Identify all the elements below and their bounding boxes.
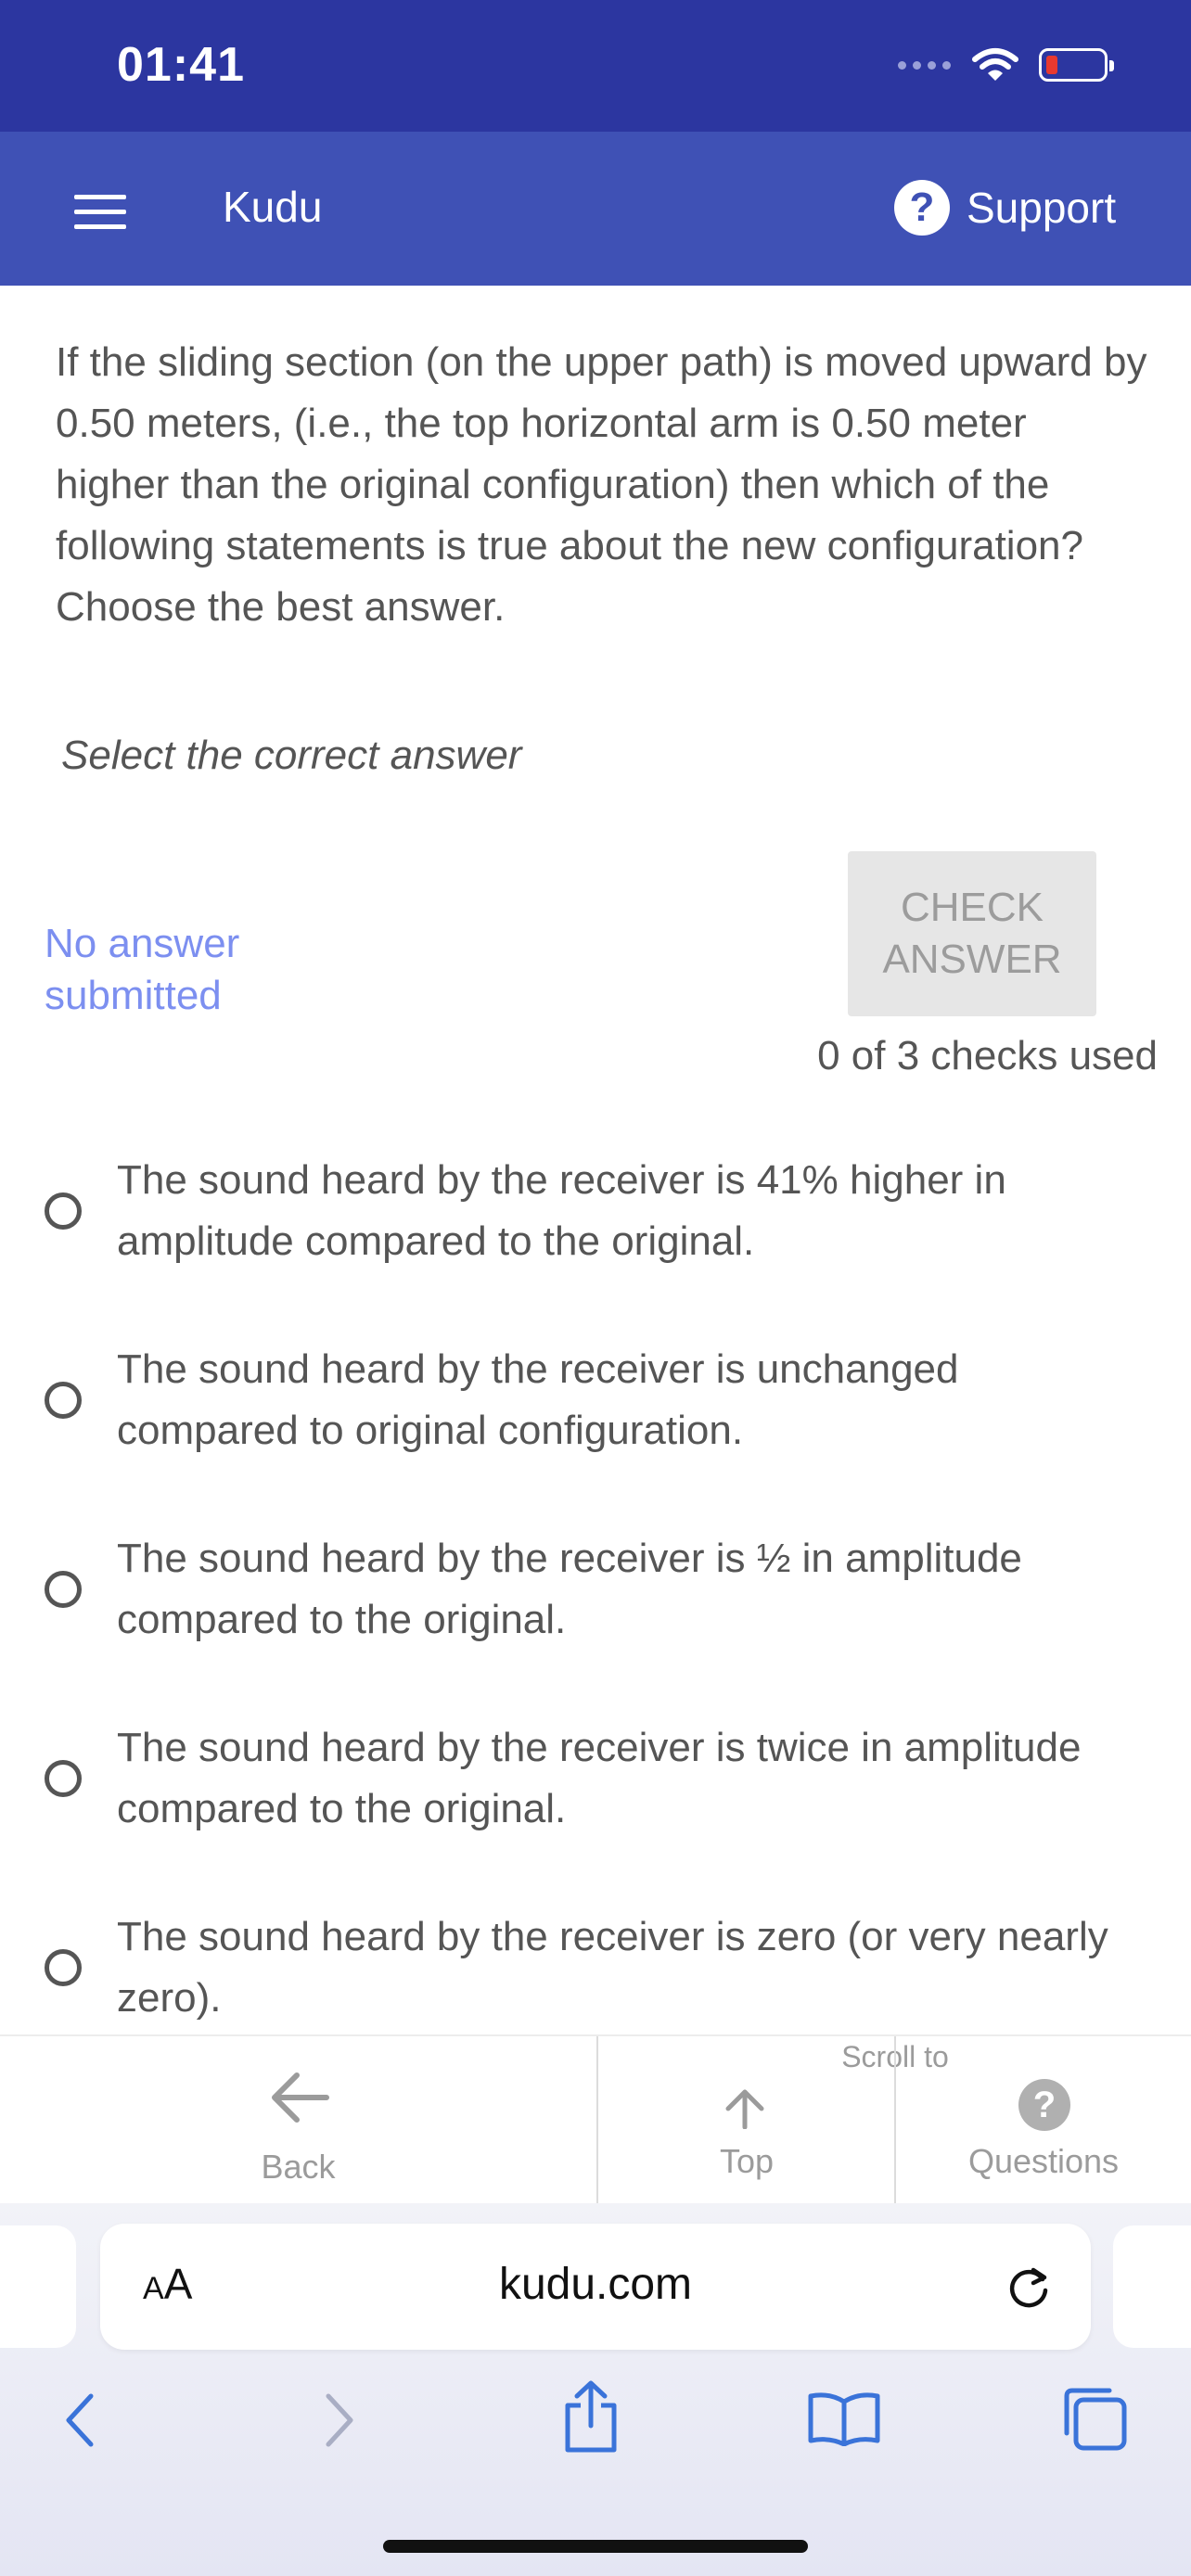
cellular-signal-icon — [898, 61, 951, 70]
bottom-navigation: Back Scroll to Top ? Questions — [0, 2034, 1191, 2205]
help-icon: ? — [1018, 2079, 1070, 2131]
support-label: Support — [967, 184, 1117, 232]
top-label: Top — [719, 2142, 775, 2180]
scroll-top-button[interactable]: Top — [598, 2036, 895, 2203]
next-tab-preview[interactable] — [1113, 2225, 1191, 2348]
back-label: Back — [261, 2148, 336, 2186]
questions-label: Questions — [967, 2142, 1120, 2180]
bookmarks-icon[interactable] — [807, 2391, 881, 2446]
share-icon[interactable] — [560, 2379, 621, 2454]
up-arrow-icon — [725, 2089, 764, 2129]
status-bar: 01:41 — [0, 0, 1191, 132]
address-bar[interactable]: AA kudu.com — [100, 2224, 1091, 2350]
battery-icon — [1039, 48, 1114, 82]
wifi-icon — [972, 48, 1018, 81]
question-text: If the sliding section (on the upper pat… — [56, 339, 1147, 630]
checks-used-counter: 0 of 3 checks used — [817, 1033, 1158, 1078]
option-label: The sound heard by the receiver is ½ in … — [117, 1536, 1022, 1642]
option-label: The sound heard by the receiver is 41% h… — [117, 1157, 1006, 1264]
chevron-left-icon[interactable] — [61, 2392, 98, 2448]
previous-tab-preview[interactable] — [0, 2225, 76, 2348]
option-label: The sound heard by the receiver is uncha… — [117, 1346, 959, 1453]
submission-status: No answer submitted — [45, 921, 240, 1018]
radio-button[interactable] — [45, 1949, 82, 1986]
reload-icon[interactable] — [1005, 2263, 1054, 2311]
option-label: The sound heard by the receiver is twice… — [117, 1725, 1082, 1831]
radio-button[interactable] — [45, 1571, 82, 1608]
radio-button[interactable] — [45, 1760, 82, 1797]
status-time: 01:41 — [117, 38, 245, 92]
radio-button[interactable] — [45, 1382, 82, 1419]
chevron-right-icon[interactable] — [321, 2392, 358, 2448]
radio-button[interactable] — [45, 1192, 82, 1230]
support-button[interactable]: ? Support — [894, 180, 1116, 236]
check-answer-button[interactable]: CHECK ANSWER — [848, 851, 1096, 1016]
back-button[interactable]: Back — [0, 2036, 596, 2203]
home-indicator — [383, 2540, 808, 2553]
app-title: Kudu — [223, 183, 323, 231]
tabs-icon[interactable] — [1061, 2385, 1128, 2452]
hamburger-icon[interactable] — [74, 195, 126, 230]
option-label: The sound heard by the receiver is zero … — [117, 1914, 1108, 2021]
back-arrow-icon — [272, 2072, 329, 2123]
url-text[interactable]: kudu.com — [100, 2259, 1091, 2310]
scroll-questions-button[interactable]: ? Questions — [896, 2036, 1191, 2203]
instruction-text: Select the correct answer — [61, 733, 522, 778]
help-icon: ? — [894, 180, 950, 236]
